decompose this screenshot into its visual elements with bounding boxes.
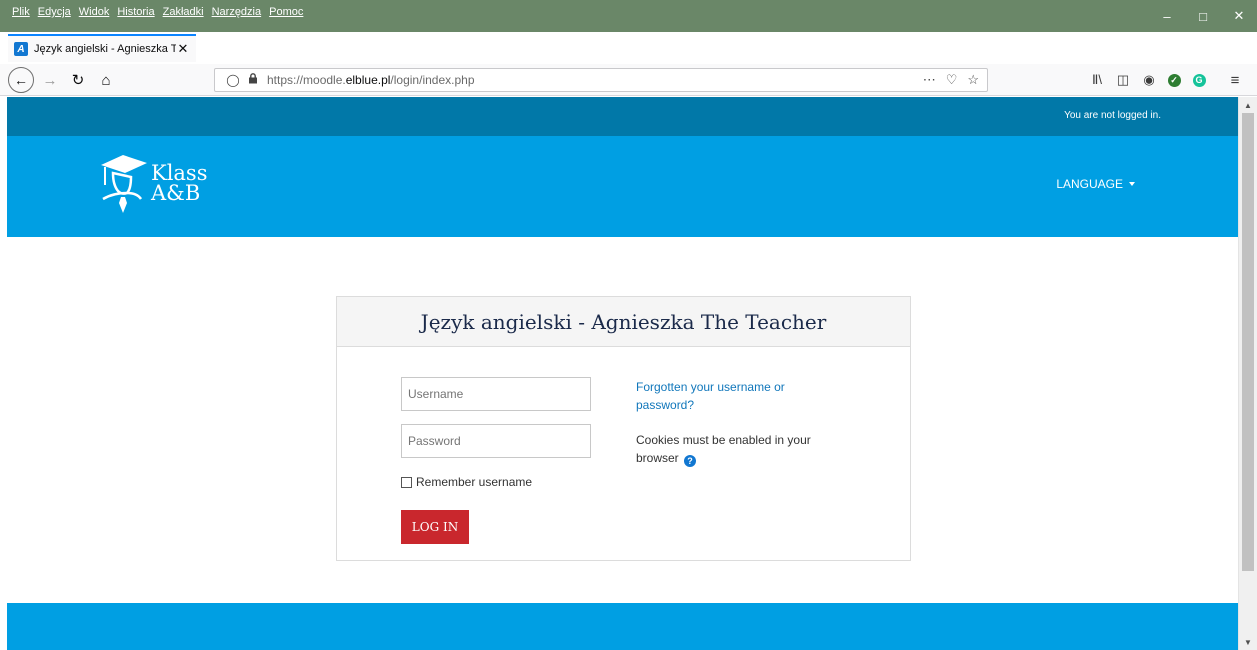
bookmark-star-icon[interactable]: ☆	[967, 72, 979, 88]
cookies-notice: Cookies must be enabled in your browser …	[636, 431, 846, 467]
browser-tab[interactable]: A Język angielski - Agnieszka The ✕	[8, 34, 196, 62]
help-icon[interactable]: ?	[684, 455, 697, 467]
new-tab-button[interactable]: +	[204, 34, 224, 60]
forward-button[interactable]: →	[38, 68, 62, 92]
menu-widok[interactable]: Widok	[79, 6, 110, 18]
lock-icon[interactable]	[243, 73, 263, 87]
menu-zakladki[interactable]: Zakładki	[163, 6, 204, 18]
brand-text: Klass A&B	[151, 161, 208, 205]
favicon-icon: A	[14, 42, 28, 56]
graduate-icon	[101, 155, 147, 213]
page-viewport: You are not logged in. Klass A&B LANGUAG…	[7, 97, 1238, 650]
scroll-down-icon[interactable]: ▼	[1239, 634, 1257, 650]
language-label: LANGUAGE	[1056, 177, 1123, 191]
maximize-icon[interactable]: □	[1185, 0, 1221, 32]
remember-checkbox[interactable]	[401, 476, 412, 488]
pocket-icon[interactable]: ♡	[946, 72, 958, 88]
site-footer	[7, 603, 1238, 650]
menu-plik[interactable]: Plik	[12, 6, 30, 18]
reload-button[interactable]: ↻	[66, 68, 90, 92]
remember-label: Remember username	[416, 475, 533, 489]
window-controls: – □ ✕	[1149, 0, 1257, 32]
tab-close-icon[interactable]: ✕	[176, 41, 190, 57]
page-actions-icon[interactable]: ⋯	[923, 72, 936, 88]
menu-pomoc[interactable]: Pomoc	[269, 6, 303, 18]
caret-down-icon	[1129, 182, 1135, 186]
vertical-scrollbar[interactable]: ▲ ▼	[1238, 97, 1257, 650]
language-menu[interactable]: LANGUAGE	[1056, 177, 1135, 191]
close-window-icon[interactable]: ✕	[1221, 0, 1257, 32]
cookies-text: Cookies must be enabled in your browser	[636, 433, 811, 465]
menu-historia[interactable]: Historia	[117, 6, 154, 18]
shield-icon[interactable]: ◯	[223, 73, 243, 87]
tab-title: Język angielski - Agnieszka The	[34, 43, 176, 55]
url-text: https://moodle.elblue.pl/login/index.php	[267, 73, 475, 87]
sidebar-icon[interactable]: ◫	[1112, 68, 1134, 92]
title-bar: Plik Edycja Widok Historia Zakładki Narz…	[0, 0, 1257, 32]
home-button[interactable]: ⌂	[94, 68, 118, 92]
minimize-icon[interactable]: –	[1149, 0, 1185, 32]
site-header: Klass A&B LANGUAGE	[7, 136, 1238, 237]
site-logo[interactable]: Klass A&B	[97, 151, 237, 229]
login-card: Język angielski - Agnieszka The Teacher …	[336, 296, 911, 561]
menu-edycja[interactable]: Edycja	[38, 6, 71, 18]
grammarly-icon[interactable]: G	[1188, 68, 1210, 92]
remember-username[interactable]: Remember username	[401, 475, 532, 489]
scrollbar-thumb[interactable]	[1242, 113, 1254, 571]
login-card-title: Język angielski - Agnieszka The Teacher	[337, 297, 910, 347]
hamburger-menu-icon[interactable]: ≡	[1224, 68, 1246, 92]
checkmark-extension-icon[interactable]: ✓	[1163, 68, 1185, 92]
navigation-toolbar: ← → ↻ ⌂ ◯ https://moodle.elblue.pl/login…	[0, 64, 1257, 96]
forgot-password-link[interactable]: Forgotten your username or password?	[636, 378, 836, 414]
login-button[interactable]: LOG IN	[401, 510, 469, 544]
account-icon[interactable]: ◉	[1138, 68, 1160, 92]
address-bar[interactable]: ◯ https://moodle.elblue.pl/login/index.p…	[214, 68, 988, 92]
top-navbar: You are not logged in.	[7, 97, 1238, 136]
login-status: You are not logged in.	[1064, 110, 1161, 121]
back-button[interactable]: ←	[8, 67, 34, 93]
username-input[interactable]	[401, 377, 591, 411]
scroll-up-icon[interactable]: ▲	[1239, 97, 1257, 113]
menu-bar: Plik Edycja Widok Historia Zakładki Narz…	[12, 6, 303, 18]
menu-narzedzia[interactable]: Narzędzia	[212, 6, 262, 18]
library-icon[interactable]: Ⅱ\	[1086, 68, 1108, 92]
password-input[interactable]	[401, 424, 591, 458]
